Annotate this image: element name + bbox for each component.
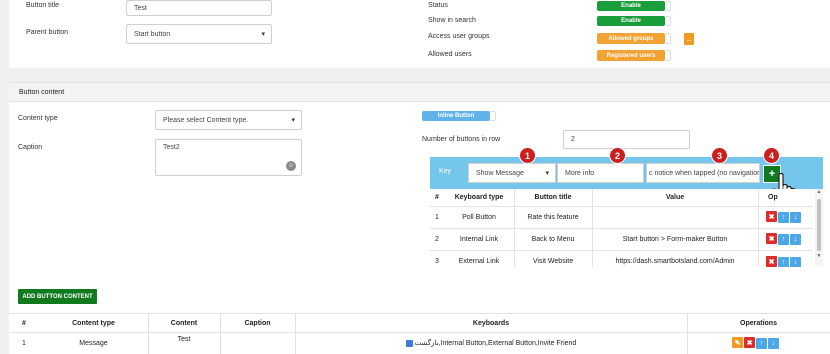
keys-col-title: Button title	[534, 194, 572, 201]
content-row-1-type: Message	[79, 339, 108, 347]
access-groups-toggle-knob	[665, 33, 671, 44]
delete-icon[interactable]: ✖	[744, 337, 755, 348]
button-title-label: Button title	[26, 2, 60, 9]
button-content-header: Button content	[9, 82, 830, 102]
content-type-select[interactable]: Please select Content type.	[155, 110, 302, 130]
button-title-input[interactable]: Test	[126, 0, 272, 16]
num-buttons-label: Number of buttons in row	[422, 136, 501, 143]
show-in-search-label: Show in search	[428, 17, 476, 24]
arrow-down-icon[interactable]: ↓	[790, 233, 801, 245]
arrow-down-icon[interactable]: ↓	[790, 211, 801, 223]
delete-icon[interactable]: ✖	[766, 256, 777, 267]
key-row-1-title: Rate this feature	[527, 213, 579, 221]
inline-button-toggle-knob	[490, 111, 496, 121]
delete-icon[interactable]: ✖	[766, 233, 777, 244]
show-in-search-toggle-knob	[665, 16, 671, 26]
show-in-search-toggle-label: Enable	[597, 16, 665, 26]
caption-label: Caption	[18, 144, 43, 151]
content-row-1-ops: ✎ ✖ ↑ ↓	[731, 337, 779, 349]
status-toggle-label: Enable	[597, 1, 665, 11]
key-value-input[interactable]: c notice when tapped (no navigation).	[646, 163, 760, 183]
allowed-users-label: Allowed users	[428, 51, 472, 58]
key-row-1-index: 1	[435, 213, 439, 221]
edit-icon[interactable]: ✎	[732, 337, 743, 348]
key-row-1-value	[592, 206, 758, 228]
scrollbar-down-arrow[interactable]: ▼	[815, 253, 823, 261]
keys-table: # Keyboard type Button title Value Op 1 …	[430, 189, 813, 267]
arrow-down-icon[interactable]: ↓	[768, 337, 779, 349]
step-badge-2: 2	[609, 147, 626, 164]
key-row-1-ops: ✖ ↑ ↓	[765, 211, 801, 223]
allowed-users-toggle-label: Registered users	[597, 50, 665, 61]
show-in-search-toggle[interactable]: Enable	[597, 16, 671, 26]
arrow-down-icon[interactable]: ↓	[790, 256, 801, 267]
key-row-2-ops: ✖ ↑ ↓	[765, 233, 801, 245]
inline-button-toggle-label: Inline Button	[422, 111, 490, 121]
content-col-operations: Operations	[740, 319, 777, 327]
key-row-1-type: Poll Button	[462, 213, 496, 221]
emoji-picker-icon[interactable]: ☺	[286, 161, 296, 171]
allowed-users-toggle-knob	[665, 50, 671, 61]
status-toggle-knob	[665, 1, 671, 11]
content-row-1-index: 1	[22, 339, 26, 347]
step-badge-4: 4	[763, 147, 780, 164]
access-groups-toggle[interactable]: Allowed groups	[597, 33, 671, 44]
content-row-1-content: Test	[177, 336, 191, 343]
content-row-1-caption	[220, 332, 295, 354]
delete-icon[interactable]: ✖	[766, 211, 777, 222]
key-row-2-index: 2	[435, 235, 439, 243]
arrow-up-icon[interactable]: ↑	[778, 233, 789, 245]
keys-col-ops: Op	[768, 194, 778, 201]
content-col-content: Content	[170, 319, 198, 327]
key-row-2-title: Back to Menu	[531, 235, 575, 243]
status-label: Status	[428, 2, 448, 9]
scrollbar-up-arrow[interactable]: ▲	[815, 189, 823, 197]
arrow-up-icon[interactable]: ↑	[756, 337, 767, 349]
keyboards-list: بازگشت,Internal Button,External Button,I…	[414, 340, 577, 347]
allowed-users-toggle[interactable]: Registered users	[597, 50, 671, 61]
content-row-1-keyboards: بازگشت,Internal Button,External Button,I…	[295, 332, 687, 354]
key-row-3-ops: ✖ ↑ ↓	[765, 256, 801, 267]
parent-button-label: Parent button	[26, 29, 69, 36]
button-title-key-input[interactable]: More info	[557, 163, 644, 183]
keys-col-value: Value	[665, 194, 685, 201]
access-groups-more-button[interactable]: ..	[684, 33, 694, 45]
key-row-3-title: Visit Website	[532, 257, 574, 265]
key-row-3-type: External Link	[458, 257, 500, 265]
status-toggle[interactable]: Enable	[597, 1, 671, 11]
inline-button-toggle[interactable]: Inline Button	[422, 111, 496, 121]
key-row-3-index: 3	[435, 257, 439, 265]
content-col-keyboards: Keyboards	[472, 319, 510, 327]
scrollbar-thumb[interactable]	[817, 199, 821, 251]
content-col-caption: Caption	[244, 319, 271, 327]
step-badge-1: 1	[519, 147, 536, 164]
key-row-3-value: https://dash.smartbotsland.com/Admin	[615, 257, 735, 265]
key-row-2-type: Internal Link	[459, 235, 499, 243]
content-type-label: Content type	[18, 115, 58, 122]
content-col-index: #	[22, 319, 26, 327]
caption-textarea[interactable]: Test2	[155, 139, 302, 176]
access-groups-toggle-label: Allowed groups	[597, 33, 665, 44]
key-row-2-value: Start button > Form-maker Button	[622, 235, 728, 243]
step-badge-3: 3	[711, 147, 728, 164]
keys-table-scrollbar[interactable]: ▲ ▼	[815, 189, 823, 267]
num-buttons-input[interactable]: 2	[563, 130, 690, 149]
content-table: # Content type Content Caption Keyboards…	[9, 313, 830, 354]
key-label: Key	[439, 168, 452, 175]
keyboard-grid-icon	[405, 339, 413, 347]
content-col-type: Content type	[72, 319, 115, 327]
keys-col-type: Keyboard type	[454, 194, 504, 201]
keyboard-type-select[interactable]: Show Message	[468, 163, 556, 183]
caption-text: Test2	[163, 144, 180, 151]
parent-button-select[interactable]: Start button	[126, 24, 272, 44]
access-groups-label: Access user groups	[428, 33, 490, 40]
arrow-up-icon[interactable]: ↑	[778, 256, 789, 267]
arrow-up-icon[interactable]: ↑	[778, 211, 789, 223]
keys-col-index: #	[435, 194, 439, 201]
add-button-content-button[interactable]: ADD BUTTON CONTENT	[18, 289, 97, 304]
